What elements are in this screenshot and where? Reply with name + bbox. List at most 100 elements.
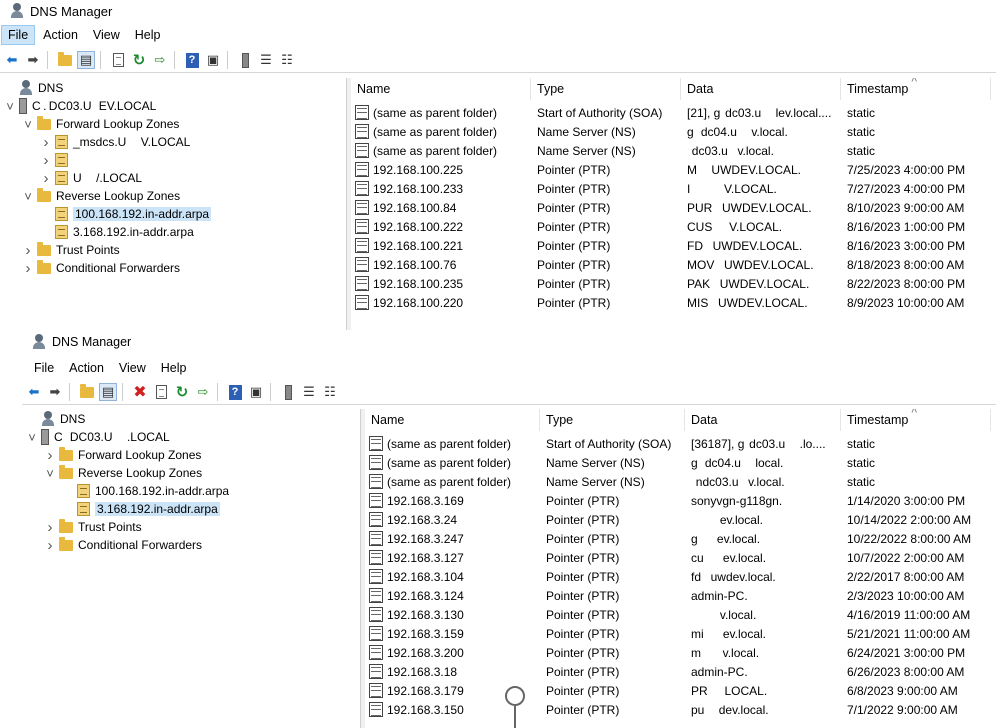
chevron-right-icon[interactable]: ›	[40, 152, 52, 169]
tree-node[interactable]: 100.168.192.in-addr.arpa	[62, 482, 229, 500]
table-row[interactable]: 192.168.3.200 Pointer (PTR) m v.local. 6/24…	[365, 643, 996, 662]
tree-node[interactable]: ˅ Reverse Lookup Zones	[22, 187, 180, 205]
chevron-down-icon[interactable]: ˅	[44, 466, 56, 481]
tree-node[interactable]: › Conditional Forwarders	[44, 536, 202, 554]
delete-icon[interactable]: ✖	[131, 383, 149, 401]
table-row[interactable]: 192.168.100.233 Pointer (PTR) I V.LOCAL. 7/…	[351, 179, 996, 198]
table-row[interactable]: 192.168.100.225 Pointer (PTR) M UWDEV.LOCA…	[351, 160, 996, 179]
tree-node[interactable]: › _msdcs.U V.LOCAL	[40, 133, 191, 151]
help-icon[interactable]: ?	[183, 51, 201, 69]
menu-action[interactable]: Action	[36, 25, 85, 45]
table-row[interactable]: (same as parent folder) Name Server (NS) …	[351, 141, 996, 160]
server-icon[interactable]	[236, 51, 254, 69]
menu-help[interactable]: Help	[128, 25, 168, 45]
table-row[interactable]: 192.168.3.24 Pointer (PTR) ev.local. 10/14…	[365, 510, 996, 529]
tree-node[interactable]: 3.168.192.in-addr.arpa	[62, 500, 220, 518]
table-row[interactable]: 192.168.3.104 Pointer (PTR) fd uwdev.local…	[365, 567, 996, 586]
tree-node[interactable]: › Trust Points	[22, 241, 120, 259]
tree-node[interactable]: ˅ Reverse Lookup Zones	[44, 464, 202, 482]
chevron-down-icon[interactable]: ˅	[26, 430, 38, 445]
table-row[interactable]: 192.168.3.130 Pointer (PTR) v.local. 4/16/…	[365, 605, 996, 624]
chevron-right-icon[interactable]: ›	[44, 537, 56, 554]
forward-arrow-icon[interactable]: ➡	[46, 383, 64, 401]
tree-node[interactable]: › Trust Points	[44, 518, 142, 536]
table-row[interactable]: (same as parent folder) Start of Authorit…	[365, 434, 996, 453]
column-header-type[interactable]: Type	[531, 78, 681, 100]
chevron-right-icon[interactable]: ›	[22, 260, 34, 277]
column-header-data[interactable]: Data	[685, 409, 841, 431]
export-list-icon[interactable]: ⇨	[194, 383, 212, 401]
details-icon[interactable]: ☷	[321, 383, 339, 401]
menu-view[interactable]: View	[86, 25, 127, 45]
table-row[interactable]: 192.168.3.159 Pointer (PTR) mi ev.local. 5/…	[365, 624, 996, 643]
up-folder-icon[interactable]	[56, 51, 74, 69]
help-icon[interactable]: ?	[226, 383, 244, 401]
column-header-timestamp[interactable]: Timestamp ˄	[841, 409, 991, 431]
tree-node[interactable]: › Forward Lookup Zones	[44, 446, 201, 464]
menu-action[interactable]: Action	[62, 358, 111, 378]
menu-help[interactable]: Help	[154, 358, 194, 378]
column-header-name[interactable]: Name	[365, 409, 540, 431]
tree-node[interactable]: DNS	[4, 79, 63, 97]
tree-node[interactable]: ˅ Forward Lookup Zones	[22, 115, 179, 133]
tree-node[interactable]: ˅ C . DC03.U EV.LOCAL	[4, 97, 156, 115]
export-list-icon[interactable]: ⇨	[151, 51, 169, 69]
menu-file[interactable]: File	[1, 25, 36, 45]
tree-node[interactable]: › Conditional Forwarders	[22, 259, 180, 277]
chevron-right-icon[interactable]: ›	[44, 447, 56, 464]
refresh-icon[interactable]: ↻	[130, 51, 148, 69]
show-hide-tree-icon[interactable]: ▤	[77, 51, 95, 69]
up-folder-icon[interactable]	[78, 383, 96, 401]
tree-node[interactable]: ˅ C DC03.U .LOCAL	[26, 428, 170, 446]
table-row[interactable]: 192.168.3.169 Pointer (PTR) sonyvgn-g118gn…	[365, 491, 996, 510]
table-row[interactable]: 192.168.3.150 Pointer (PTR) pu dev.local. 7…	[365, 700, 996, 719]
properties-icon[interactable]	[109, 51, 127, 69]
chevron-down-icon[interactable]: ˅	[22, 189, 34, 204]
column-header-timestamp[interactable]: Timestamp ˄	[841, 78, 991, 100]
table-row[interactable]: 192.168.3.18 Pointer (PTR) admin-PC. 6/26/2…	[365, 662, 996, 681]
list-icon[interactable]: ☰	[257, 51, 275, 69]
column-header-type[interactable]: Type	[540, 409, 685, 431]
chevron-right-icon[interactable]: ›	[22, 242, 34, 259]
tree-node[interactable]: 100.168.192.in-addr.arpa	[40, 205, 212, 223]
properties-icon[interactable]	[152, 383, 170, 401]
record-timestamp: static	[847, 436, 876, 451]
chevron-right-icon[interactable]: ›	[44, 519, 56, 536]
list-icon[interactable]: ☰	[300, 383, 318, 401]
menu-view[interactable]: View	[112, 358, 153, 378]
table-row[interactable]: 192.168.3.127 Pointer (PTR) cu ev.local. 10…	[365, 548, 996, 567]
chevron-down-icon[interactable]: ˅	[4, 99, 16, 114]
server-icon[interactable]	[279, 383, 297, 401]
console-icon[interactable]: ▣	[247, 383, 265, 401]
tree-node[interactable]: › U /.LOCAL	[40, 169, 143, 187]
table-row[interactable]: (same as parent folder) Name Server (NS) g…	[365, 453, 996, 472]
back-arrow-icon[interactable]: ⬅	[3, 51, 21, 69]
tree-node[interactable]: 3.168.192.in-addr.arpa	[40, 223, 194, 241]
chevron-right-icon[interactable]: ›	[40, 134, 52, 151]
column-header-name[interactable]: Name	[351, 78, 531, 100]
show-hide-tree-icon[interactable]: ▤	[99, 383, 117, 401]
table-row[interactable]: 192.168.3.247 Pointer (PTR) g ev.local. 10/…	[365, 529, 996, 548]
forward-arrow-icon[interactable]: ➡	[24, 51, 42, 69]
menu-file[interactable]: File	[27, 358, 61, 378]
chevron-right-icon[interactable]: ›	[40, 170, 52, 187]
table-row[interactable]: 192.168.3.124 Pointer (PTR) admin-PC. 2/3/2…	[365, 586, 996, 605]
chevron-down-icon[interactable]: ˅	[22, 117, 34, 132]
tree-node[interactable]: ›	[40, 151, 73, 169]
table-row[interactable]: (same as parent folder) Name Server (NS) …	[365, 472, 996, 491]
table-row[interactable]: 192.168.100.235 Pointer (PTR) PAK UWDEV.LO…	[351, 274, 996, 293]
table-row[interactable]: 192.168.100.222 Pointer (PTR) CUS V.LOCAL.…	[351, 217, 996, 236]
back-arrow-icon[interactable]: ⬅	[25, 383, 43, 401]
table-row[interactable]: 192.168.100.76 Pointer (PTR) MOV UWDEV.LOC…	[351, 255, 996, 274]
refresh-icon[interactable]: ↻	[173, 383, 191, 401]
details-icon[interactable]: ☷	[278, 51, 296, 69]
tree-node[interactable]: DNS	[26, 410, 85, 428]
table-row[interactable]: 192.168.100.221 Pointer (PTR) FD UWDEV.LOC…	[351, 236, 996, 255]
table-row[interactable]: 192.168.100.84 Pointer (PTR) PUR UWDEV.LOC…	[351, 198, 996, 217]
table-row[interactable]: (same as parent folder) Name Server (NS) g…	[351, 122, 996, 141]
console-icon[interactable]: ▣	[204, 51, 222, 69]
column-header-data[interactable]: Data	[681, 78, 841, 100]
table-row[interactable]: 192.168.100.220 Pointer (PTR) MIS UWDEV.LO…	[351, 293, 996, 312]
table-row[interactable]: 192.168.3.179 Pointer (PTR) PR LOCAL. 6/8/2…	[365, 681, 996, 700]
table-row[interactable]: (same as parent folder) Start of Authorit…	[351, 103, 996, 122]
